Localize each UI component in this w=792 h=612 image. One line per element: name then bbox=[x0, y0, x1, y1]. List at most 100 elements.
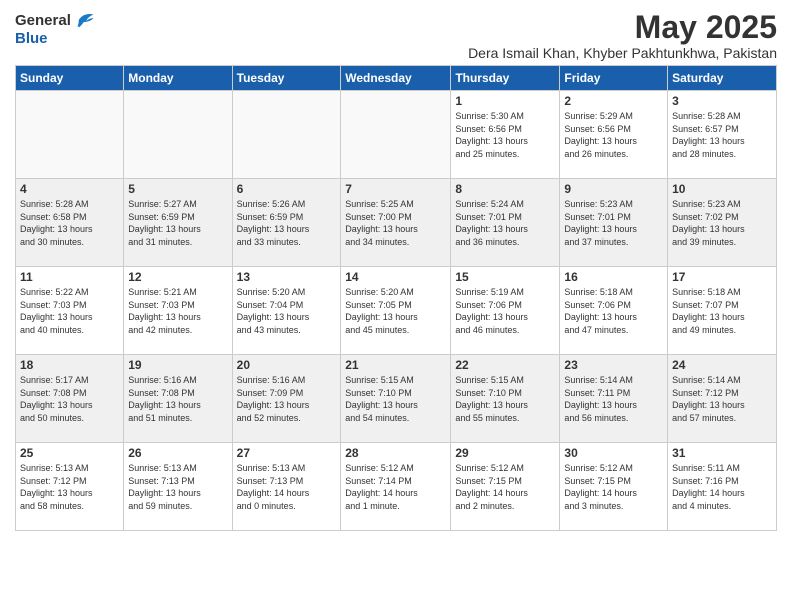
calendar-week-row: 4 Sunrise: 5:28 AMSunset: 6:58 PMDaylight… bbox=[16, 179, 777, 267]
calendar-week-row: 1Sunrise: 5:30 AMSunset: 6:56 PMDaylight… bbox=[16, 91, 777, 179]
table-row: 9 Sunrise: 5:23 AMSunset: 7:01 PMDaylight… bbox=[560, 179, 668, 267]
table-row: 29 Sunrise: 5:12 AMSunset: 7:15 PMDayligh… bbox=[451, 443, 560, 531]
day-info: Sunrise: 5:16 AMSunset: 7:09 PMDaylight:… bbox=[237, 374, 337, 424]
day-info: Sunrise: 5:23 AMSunset: 7:01 PMDaylight:… bbox=[564, 198, 663, 248]
col-friday: Friday bbox=[560, 66, 668, 91]
table-row: 19 Sunrise: 5:16 AMSunset: 7:08 PMDayligh… bbox=[124, 355, 232, 443]
day-info: Sunrise: 5:19 AMSunset: 7:06 PMDaylight:… bbox=[455, 286, 555, 336]
logo-general: General bbox=[15, 12, 71, 29]
day-info: Sunrise: 5:16 AMSunset: 7:08 PMDaylight:… bbox=[128, 374, 227, 424]
table-row bbox=[232, 91, 341, 179]
day-info: Sunrise: 5:22 AMSunset: 7:03 PMDaylight:… bbox=[20, 286, 119, 336]
table-row: 26 Sunrise: 5:13 AMSunset: 7:13 PMDayligh… bbox=[124, 443, 232, 531]
day-number: 30 bbox=[564, 446, 663, 460]
day-info: Sunrise: 5:23 AMSunset: 7:02 PMDaylight:… bbox=[672, 198, 772, 248]
day-info: Sunrise: 5:26 AMSunset: 6:59 PMDaylight:… bbox=[237, 198, 337, 248]
day-number: 18 bbox=[20, 358, 119, 372]
day-number: 14 bbox=[345, 270, 446, 284]
table-row: 6 Sunrise: 5:26 AMSunset: 6:59 PMDaylight… bbox=[232, 179, 341, 267]
table-row bbox=[124, 91, 232, 179]
day-info: Sunrise: 5:13 AMSunset: 7:13 PMDaylight:… bbox=[128, 462, 227, 512]
calendar-table: Sunday Monday Tuesday Wednesday Thursday… bbox=[15, 65, 777, 531]
day-info: Sunrise: 5:27 AMSunset: 6:59 PMDaylight:… bbox=[128, 198, 227, 248]
table-row: 14 Sunrise: 5:20 AMSunset: 7:05 PMDayligh… bbox=[341, 267, 451, 355]
day-info: Sunrise: 5:20 AMSunset: 7:05 PMDaylight:… bbox=[345, 286, 446, 336]
day-number: 22 bbox=[455, 358, 555, 372]
header: General Blue May 2025 Dera Ismail Khan, … bbox=[15, 10, 777, 61]
table-row: 5 Sunrise: 5:27 AMSunset: 6:59 PMDaylight… bbox=[124, 179, 232, 267]
day-info: Sunrise: 5:17 AMSunset: 7:08 PMDaylight:… bbox=[20, 374, 119, 424]
day-number: 13 bbox=[237, 270, 337, 284]
calendar-week-row: 18 Sunrise: 5:17 AMSunset: 7:08 PMDayligh… bbox=[16, 355, 777, 443]
day-number: 7 bbox=[345, 182, 446, 196]
day-info: Sunrise: 5:28 AMSunset: 6:58 PMDaylight:… bbox=[20, 198, 119, 248]
day-number: 11 bbox=[20, 270, 119, 284]
day-number: 24 bbox=[672, 358, 772, 372]
day-info: Sunrise: 5:24 AMSunset: 7:01 PMDaylight:… bbox=[455, 198, 555, 248]
day-info: Sunrise: 5:12 AMSunset: 7:15 PMDaylight:… bbox=[564, 462, 663, 512]
table-row: 23 Sunrise: 5:14 AMSunset: 7:11 PMDayligh… bbox=[560, 355, 668, 443]
day-number: 27 bbox=[237, 446, 337, 460]
day-info: Sunrise: 5:21 AMSunset: 7:03 PMDaylight:… bbox=[128, 286, 227, 336]
col-monday: Monday bbox=[124, 66, 232, 91]
table-row: 3Sunrise: 5:28 AMSunset: 6:57 PMDaylight… bbox=[668, 91, 777, 179]
month-title: May 2025 bbox=[468, 10, 777, 45]
day-info: Sunrise: 5:11 AMSunset: 7:16 PMDaylight:… bbox=[672, 462, 772, 512]
table-row bbox=[16, 91, 124, 179]
day-number: 28 bbox=[345, 446, 446, 460]
table-row: 20 Sunrise: 5:16 AMSunset: 7:09 PMDayligh… bbox=[232, 355, 341, 443]
day-number: 4 bbox=[20, 182, 119, 196]
day-info: Sunrise: 5:14 AMSunset: 7:12 PMDaylight:… bbox=[672, 374, 772, 424]
col-tuesday: Tuesday bbox=[232, 66, 341, 91]
day-number: 2 bbox=[564, 94, 663, 108]
day-number: 1 bbox=[455, 94, 555, 108]
col-thursday: Thursday bbox=[451, 66, 560, 91]
day-info: Sunrise: 5:28 AMSunset: 6:57 PMDaylight:… bbox=[672, 110, 772, 160]
day-number: 21 bbox=[345, 358, 446, 372]
col-sunday: Sunday bbox=[16, 66, 124, 91]
day-info: Sunrise: 5:13 AMSunset: 7:12 PMDaylight:… bbox=[20, 462, 119, 512]
day-number: 19 bbox=[128, 358, 227, 372]
col-saturday: Saturday bbox=[668, 66, 777, 91]
day-info: Sunrise: 5:12 AMSunset: 7:15 PMDaylight:… bbox=[455, 462, 555, 512]
table-row: 1Sunrise: 5:30 AMSunset: 6:56 PMDaylight… bbox=[451, 91, 560, 179]
day-number: 9 bbox=[564, 182, 663, 196]
day-info: Sunrise: 5:14 AMSunset: 7:11 PMDaylight:… bbox=[564, 374, 663, 424]
table-row: 7Sunrise: 5:25 AMSunset: 7:00 PMDaylight… bbox=[341, 179, 451, 267]
location-title: Dera Ismail Khan, Khyber Pakhtunkhwa, Pa… bbox=[468, 45, 777, 61]
day-number: 20 bbox=[237, 358, 337, 372]
calendar-week-row: 25 Sunrise: 5:13 AMSunset: 7:12 PMDayligh… bbox=[16, 443, 777, 531]
table-row: 30 Sunrise: 5:12 AMSunset: 7:15 PMDayligh… bbox=[560, 443, 668, 531]
day-number: 26 bbox=[128, 446, 227, 460]
day-info: Sunrise: 5:15 AMSunset: 7:10 PMDaylight:… bbox=[455, 374, 555, 424]
day-number: 5 bbox=[128, 182, 227, 196]
day-info: Sunrise: 5:20 AMSunset: 7:04 PMDaylight:… bbox=[237, 286, 337, 336]
day-number: 6 bbox=[237, 182, 337, 196]
day-info: Sunrise: 5:18 AMSunset: 7:07 PMDaylight:… bbox=[672, 286, 772, 336]
day-number: 29 bbox=[455, 446, 555, 460]
col-wednesday: Wednesday bbox=[341, 66, 451, 91]
day-info: Sunrise: 5:29 AMSunset: 6:56 PMDaylight:… bbox=[564, 110, 663, 160]
table-row: 11 Sunrise: 5:22 AMSunset: 7:03 PMDayligh… bbox=[16, 267, 124, 355]
day-info: Sunrise: 5:12 AMSunset: 7:14 PMDaylight:… bbox=[345, 462, 446, 512]
logo-blue: Blue bbox=[15, 30, 48, 47]
table-row: 17 Sunrise: 5:18 AMSunset: 7:07 PMDayligh… bbox=[668, 267, 777, 355]
day-number: 17 bbox=[672, 270, 772, 284]
title-section: May 2025 Dera Ismail Khan, Khyber Pakhtu… bbox=[468, 10, 777, 61]
logo-bird-icon bbox=[73, 10, 95, 30]
day-number: 8 bbox=[455, 182, 555, 196]
table-row: 10 Sunrise: 5:23 AMSunset: 7:02 PMDayligh… bbox=[668, 179, 777, 267]
table-row: 25 Sunrise: 5:13 AMSunset: 7:12 PMDayligh… bbox=[16, 443, 124, 531]
day-number: 23 bbox=[564, 358, 663, 372]
day-number: 10 bbox=[672, 182, 772, 196]
table-row: 16Sunrise: 5:18 AMSunset: 7:06 PMDayligh… bbox=[560, 267, 668, 355]
table-row: 15Sunrise: 5:19 AMSunset: 7:06 PMDayligh… bbox=[451, 267, 560, 355]
table-row: 21Sunrise: 5:15 AMSunset: 7:10 PMDayligh… bbox=[341, 355, 451, 443]
table-row: 13 Sunrise: 5:20 AMSunset: 7:04 PMDayligh… bbox=[232, 267, 341, 355]
day-number: 25 bbox=[20, 446, 119, 460]
table-row: 4 Sunrise: 5:28 AMSunset: 6:58 PMDaylight… bbox=[16, 179, 124, 267]
table-row: 18 Sunrise: 5:17 AMSunset: 7:08 PMDayligh… bbox=[16, 355, 124, 443]
table-row: 31Sunrise: 5:11 AMSunset: 7:16 PMDayligh… bbox=[668, 443, 777, 531]
page: General Blue May 2025 Dera Ismail Khan, … bbox=[0, 0, 792, 612]
table-row: 22 Sunrise: 5:15 AMSunset: 7:10 PMDayligh… bbox=[451, 355, 560, 443]
